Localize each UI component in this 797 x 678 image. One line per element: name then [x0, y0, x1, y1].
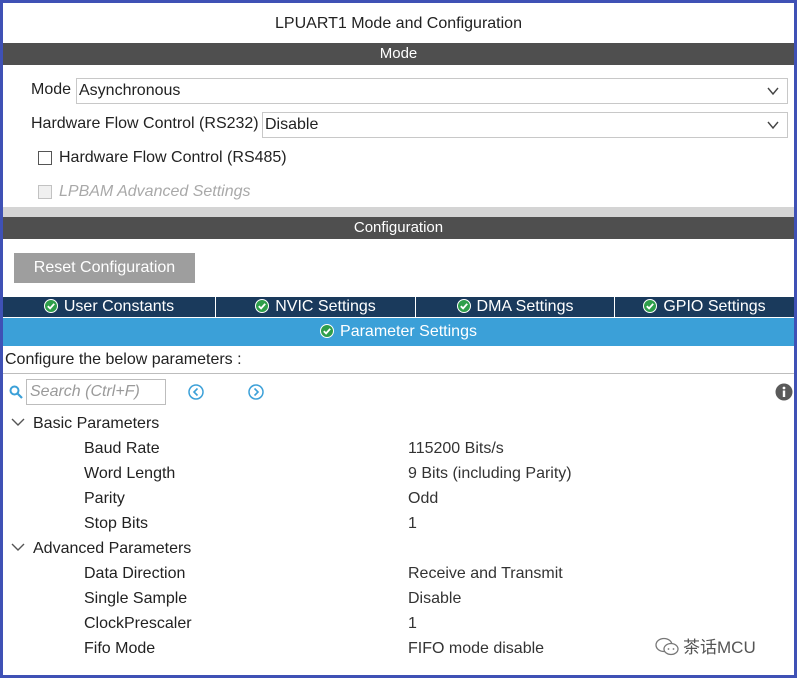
chevron-down-icon	[767, 121, 779, 130]
param-value[interactable]: 9 Bits (including Parity)	[408, 465, 572, 483]
settings-tab-bar: User Constants NVIC Settings DMA Setting…	[3, 297, 794, 317]
configuration-section-header: Configuration	[3, 217, 794, 239]
param-value[interactable]: 1	[408, 615, 417, 633]
lpbam-label: LPBAM Advanced Settings	[59, 183, 251, 200]
tab-label: NVIC Settings	[275, 298, 376, 315]
section-divider	[3, 207, 794, 217]
next-match-icon[interactable]	[248, 384, 264, 400]
watermark: 茶话MCU	[655, 633, 756, 658]
group-title: Advanced Parameters	[33, 540, 192, 557]
check-circle-icon	[320, 324, 335, 338]
hw-flow-label: Hardware Flow Control (RS232)	[31, 115, 259, 132]
group-title: Basic Parameters	[33, 415, 160, 432]
param-value[interactable]: Receive and Transmit	[408, 565, 563, 583]
search-icon	[9, 385, 23, 399]
config-panel: LPUART1 Mode and Configuration Mode Mode…	[0, 0, 797, 678]
check-circle-icon	[456, 299, 471, 313]
tab-nvic-settings[interactable]: NVIC Settings	[216, 297, 416, 317]
param-name: Stop Bits	[84, 515, 149, 532]
param-name: Data Direction	[84, 565, 186, 582]
reset-configuration-button[interactable]: Reset Configuration	[14, 253, 195, 283]
search-input[interactable]	[26, 379, 166, 405]
info-icon[interactable]	[775, 383, 793, 401]
param-value[interactable]: 1	[408, 515, 417, 533]
param-name: Fifo Mode	[84, 640, 156, 657]
tab-label: User Constants	[63, 298, 175, 315]
param-name: Baud Rate	[84, 440, 160, 457]
tab-gpio-settings[interactable]: GPIO Settings	[615, 297, 794, 317]
chevron-down-icon	[11, 543, 25, 551]
param-name: Word Length	[84, 465, 176, 482]
param-value[interactable]: 115200 Bits/s	[408, 440, 504, 458]
tab-user-constants[interactable]: User Constants	[3, 297, 216, 317]
check-circle-icon	[255, 299, 270, 313]
previous-match-icon[interactable]	[188, 384, 204, 400]
chat-bubble-icon	[655, 637, 679, 656]
tab-dma-settings[interactable]: DMA Settings	[416, 297, 615, 317]
hw-flow-select-value: Disable	[265, 116, 319, 133]
param-name: Parity	[84, 490, 125, 507]
param-name: ClockPrescaler	[84, 615, 192, 632]
mode-select-value: Asynchronous	[79, 82, 181, 99]
lpbam-checkbox	[38, 185, 52, 199]
rs485-checkbox[interactable]	[38, 151, 52, 165]
tab-label: DMA Settings	[476, 298, 574, 315]
window-title: LPUART1 Mode and Configuration	[275, 15, 522, 32]
mode-select[interactable]: Asynchronous	[76, 78, 788, 104]
param-value[interactable]: FIFO mode disable	[408, 640, 544, 658]
mode-section-header: Mode	[3, 43, 794, 65]
tab-label: GPIO Settings	[663, 298, 766, 315]
tab-label: Parameter Settings	[340, 323, 477, 340]
watermark-text: 茶话MCU	[683, 638, 756, 657]
basic-parameters-group[interactable]: Basic Parameters	[11, 415, 159, 433]
hw-flow-select[interactable]: Disable	[262, 112, 788, 138]
chevron-down-icon	[767, 87, 779, 96]
param-name: Single Sample	[84, 590, 188, 607]
check-circle-icon	[643, 299, 658, 313]
instruction-text: Configure the below parameters :	[5, 351, 242, 368]
tab-parameter-settings[interactable]: Parameter Settings	[3, 318, 794, 346]
divider	[3, 373, 794, 374]
mode-label: Mode	[31, 81, 72, 98]
param-value[interactable]: Disable	[408, 590, 461, 608]
advanced-parameters-group[interactable]: Advanced Parameters	[11, 540, 191, 558]
check-circle-icon	[43, 299, 58, 313]
chevron-down-icon	[11, 418, 25, 426]
rs485-label: Hardware Flow Control (RS485)	[59, 149, 287, 166]
param-value[interactable]: Odd	[408, 490, 438, 508]
